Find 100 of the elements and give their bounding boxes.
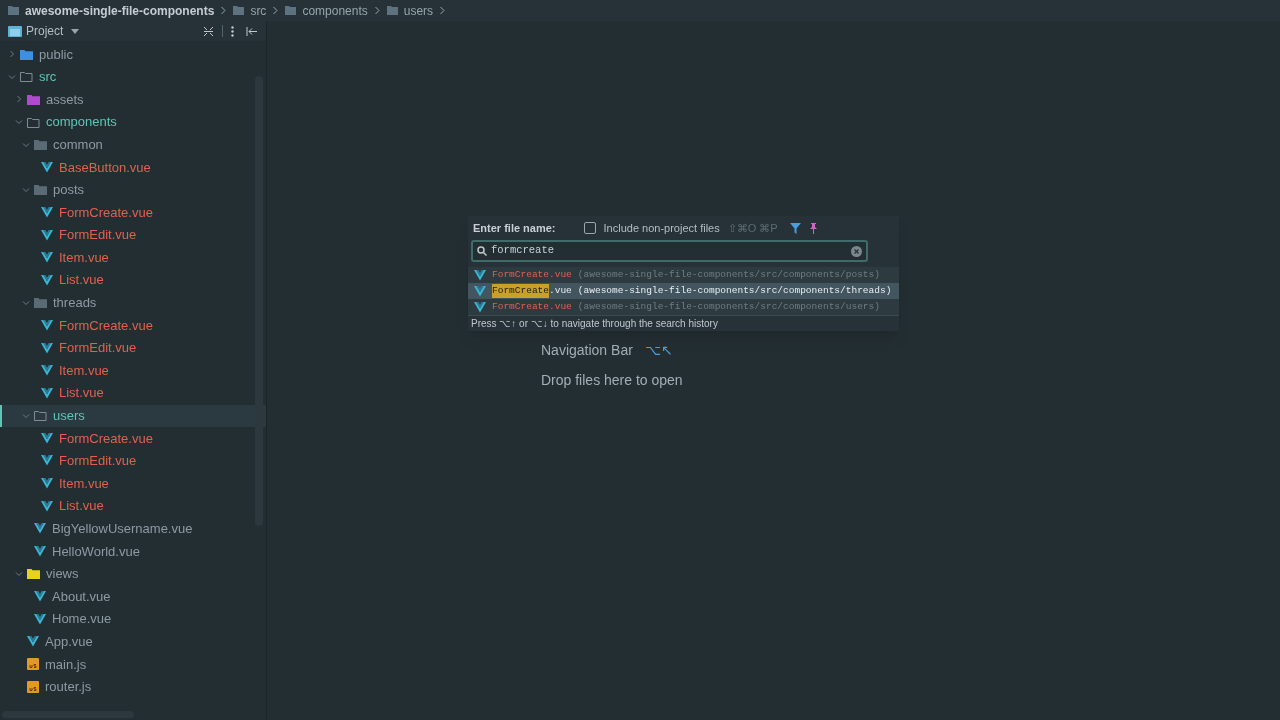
collapse-all-icon[interactable] <box>203 25 214 37</box>
breadcrumb-item[interactable]: components <box>302 1 368 20</box>
tree-item[interactable]: List.vue <box>0 268 266 292</box>
search-field[interactable]: formcreate <box>471 240 868 262</box>
dropdown-caret-icon[interactable] <box>71 28 80 34</box>
vue-icon <box>41 229 53 241</box>
tree-item[interactable]: BaseButton.vue <box>0 155 266 179</box>
more-options-icon[interactable] <box>231 25 234 37</box>
tree-item[interactable]: Home.vue <box>0 607 266 631</box>
vue-icon <box>34 545 46 557</box>
folder-icon <box>285 6 297 15</box>
tree-item[interactable]: FormCreate.vue <box>0 314 266 337</box>
tree-item[interactable]: main.js <box>0 653 266 676</box>
tree-item[interactable]: assets <box>0 88 266 111</box>
vue-icon <box>41 319 53 331</box>
vue-icon <box>41 161 53 173</box>
vue-icon <box>474 285 486 297</box>
footer-hint: Press ⌥↑ or ⌥↓ to navigate through the search history <box>471 317 718 331</box>
chevron-right-icon <box>220 6 228 15</box>
pin-icon[interactable] <box>808 222 818 234</box>
file-path: (awesome-single-file-components/src/components/posts) <box>577 267 880 282</box>
chevron-right-icon <box>373 6 381 15</box>
project-icon <box>8 25 22 37</box>
file-extension: .vue <box>549 283 572 298</box>
chevron-down-icon[interactable] <box>8 72 16 81</box>
vue-icon <box>41 500 53 512</box>
tree-item[interactable]: About.vue <box>0 585 266 608</box>
breadcrumb-item[interactable]: awesome-single-file-components <box>25 1 215 20</box>
tree-item[interactable]: FormEdit.vue <box>0 336 266 360</box>
tree-item[interactable]: src <box>0 65 266 89</box>
file-name: FormCreate <box>492 267 549 282</box>
tree-item[interactable]: Item.vue <box>0 359 266 382</box>
vue-icon <box>41 387 53 399</box>
vue-icon <box>34 613 46 625</box>
tree-item[interactable]: HelloWorld.vue <box>0 540 266 563</box>
tree-item[interactable]: FormCreate.vue <box>0 427 266 450</box>
tree-item[interactable]: Item.vue <box>0 246 266 269</box>
tree-item[interactable]: views <box>0 562 266 586</box>
breadcrumb-item[interactable]: users <box>403 1 434 20</box>
checkbox-label[interactable]: Include non-project files <box>603 219 720 237</box>
tree-item[interactable]: router.js <box>0 675 266 699</box>
chevron-down-icon[interactable] <box>22 185 30 194</box>
chevron-down-icon[interactable] <box>22 411 30 420</box>
tree-item[interactable]: App.vue <box>0 630 266 654</box>
result-item[interactable]: FormCreate.vue (awesome-single-file-components/src/components/posts) <box>468 267 900 283</box>
clear-icon[interactable] <box>851 245 862 257</box>
include-checkbox[interactable] <box>583 222 596 234</box>
vue-icon <box>34 591 46 603</box>
vue-icon <box>41 432 53 444</box>
tree-item[interactable]: FormEdit.vue <box>0 449 266 473</box>
popup-label: Enter file name: <box>473 220 556 236</box>
tree-item[interactable]: components <box>0 110 266 134</box>
file-path: (awesome-single-file-components/src/components/users) <box>577 299 880 314</box>
tree-item[interactable]: public <box>0 43 266 66</box>
tree-item[interactable]: threads <box>0 291 266 315</box>
vue-icon <box>41 478 53 490</box>
panel-title[interactable]: Project <box>26 22 64 40</box>
chevron-right-icon[interactable] <box>8 50 16 59</box>
chevron-down-icon[interactable] <box>22 140 30 149</box>
vue-icon <box>34 523 46 535</box>
shortcut-text: ⇧⌘O ⌘P <box>727 220 778 236</box>
chevron-down-icon[interactable] <box>15 569 23 578</box>
folder-icon <box>27 116 40 128</box>
folder-icon <box>8 6 19 15</box>
hint-text: Drop files here to open <box>541 370 683 390</box>
result-item[interactable]: FormCreate.vue (awesome-single-file-components/src/components/users) <box>468 299 900 315</box>
folder-icon <box>233 6 245 15</box>
folder-icon <box>20 71 33 83</box>
vue-icon <box>41 342 53 354</box>
tree-item[interactable]: users <box>0 404 266 428</box>
chevron-down-icon[interactable] <box>22 298 30 307</box>
chevron-right-icon[interactable] <box>15 95 23 104</box>
vue-icon <box>41 365 53 377</box>
tree-item[interactable]: Item.vue <box>0 472 266 495</box>
file-extension: .vue <box>549 299 572 314</box>
shortcut-text: ⌥↖ <box>644 340 673 360</box>
hint-text: Navigation Bar <box>541 340 633 360</box>
breadcrumb-item[interactable]: src <box>250 1 267 20</box>
file-path: (awesome-single-file-components/src/components/threads) <box>577 283 892 298</box>
tree-item[interactable]: BigYellowUsername.vue <box>0 517 266 541</box>
vue-icon <box>41 206 53 218</box>
tree-item[interactable]: FormCreate.vue <box>0 201 266 224</box>
tree-item[interactable]: List.vue <box>0 494 266 518</box>
vue-icon <box>41 252 53 264</box>
result-item[interactable]: FormCreate.vue (awesome-single-file-components/src/components/threads) <box>468 283 900 299</box>
vue-icon <box>41 274 53 286</box>
folder-icon <box>34 410 47 422</box>
tree-item[interactable]: FormEdit.vue <box>0 223 266 247</box>
tree-item[interactable]: posts <box>0 178 266 202</box>
tree-item[interactable]: common <box>0 133 266 156</box>
vue-icon <box>27 636 39 648</box>
file-extension: .vue <box>549 267 572 282</box>
search-icon <box>477 246 487 256</box>
hide-panel-icon[interactable] <box>246 25 258 37</box>
chevron-down-icon[interactable] <box>15 118 23 127</box>
tree-item[interactable]: List.vue <box>0 381 266 405</box>
file-name: FormCreate <box>492 283 549 299</box>
vue-icon <box>474 301 486 313</box>
filter-icon[interactable] <box>789 222 801 234</box>
folder-icon <box>386 6 398 15</box>
